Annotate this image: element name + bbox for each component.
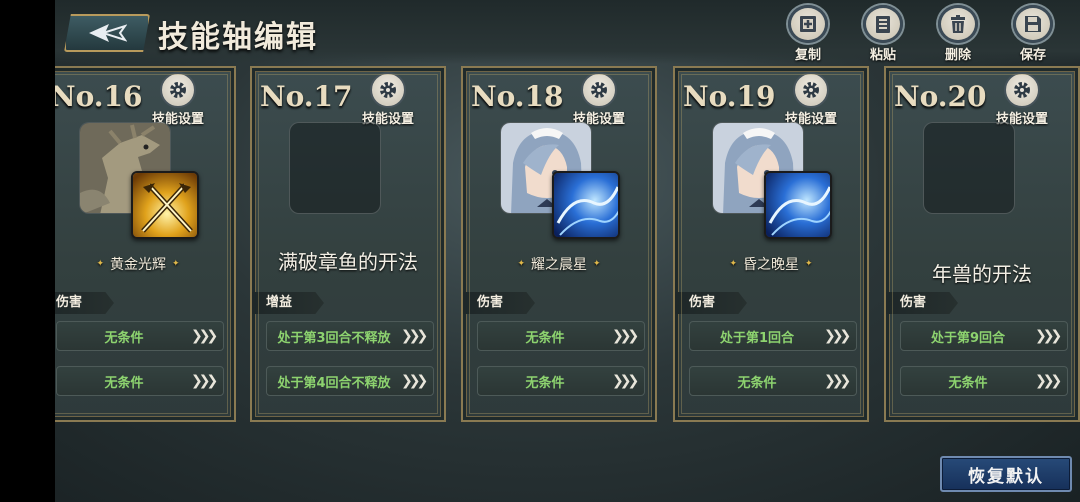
skill-type-tag: 伤害 <box>886 292 958 314</box>
page-title: 技能轴编辑 <box>158 20 318 55</box>
gear-icon <box>803 82 819 98</box>
spark-icon: ✦ <box>805 259 813 269</box>
skill-card-20[interactable]: No.20 技能设置 年兽的开法 伤害 处于第9回合 ❯❯❯ 无条件 ❯❯❯ <box>884 66 1080 422</box>
skill-card-list: No.16 技能设置 ✦ 黄金光辉 ✦ 伤害 无条件 ❯❯❯ 无条件 ❯❯❯ N… <box>0 66 1080 426</box>
skill-type-tag: 伤害 <box>675 292 747 314</box>
skill-type-tag: 增益 <box>252 292 324 314</box>
skill-icon[interactable] <box>764 171 832 239</box>
back-button[interactable] <box>64 14 150 52</box>
skill-name: ✦ 黄金光辉 ✦ <box>96 257 180 273</box>
empty-portrait-slot[interactable] <box>289 122 381 214</box>
gear-icon <box>591 82 607 98</box>
trash-icon <box>951 15 965 33</box>
delete-label: 删除 <box>944 48 971 63</box>
chevron-right-icon: ❯❯❯ <box>191 328 218 344</box>
save-label: 保存 <box>1019 48 1046 63</box>
condition-row[interactable]: 无条件 ❯❯❯ <box>477 321 645 351</box>
delete-button[interactable]: 删除 <box>933 5 983 63</box>
gear-icon <box>1014 82 1030 98</box>
empty-portrait-slot[interactable] <box>923 122 1015 214</box>
skill-card-19[interactable]: No.19 技能设置 ✦ 昏之晚星 ✦ 伤害 处于第1回合 ❯❯❯ 无条件 ❯❯… <box>673 66 869 422</box>
skill-icon[interactable] <box>552 171 620 239</box>
copy-label: 复制 <box>794 48 821 63</box>
note-text: 满破章鱼的开法 <box>278 250 418 274</box>
chevron-right-icon: ❯❯❯ <box>612 373 639 389</box>
gear-icon <box>380 82 396 98</box>
skill-name: ✦ 耀之晨星 ✦ <box>517 257 601 273</box>
skill-card-16[interactable]: No.16 技能设置 ✦ 黄金光辉 ✦ 伤害 无条件 ❯❯❯ 无条件 ❯❯❯ <box>40 66 236 422</box>
card-number: No.19 <box>683 80 776 113</box>
condition-row[interactable]: 无条件 ❯❯❯ <box>56 366 224 396</box>
skill-card-18[interactable]: No.18 技能设置 ✦ 耀之晨星 ✦ 伤害 无条件 ❯❯❯ 无条件 ❯❯❯ <box>461 66 657 422</box>
card-number: No.18 <box>471 80 564 113</box>
blue-wave-skill-icon <box>766 173 830 237</box>
skill-name: ✦ 昏之晚星 ✦ <box>729 257 813 273</box>
back-arrow-icon <box>89 24 127 42</box>
left-edge-mask <box>0 0 55 502</box>
spark-icon: ✦ <box>172 259 180 269</box>
card-number: No.17 <box>260 80 353 113</box>
skill-settings-button[interactable]: 技能设置 <box>773 72 849 127</box>
card-number: No.20 <box>894 80 987 113</box>
condition-row[interactable]: 处于第4回合不释放 ❯❯❯ <box>266 366 434 396</box>
chevron-right-icon: ❯❯❯ <box>401 328 428 344</box>
chevron-right-icon: ❯❯❯ <box>612 328 639 344</box>
condition-row[interactable]: 处于第1回合 ❯❯❯ <box>689 321 857 351</box>
paste-button[interactable]: 粘贴 <box>858 5 908 63</box>
skill-card-17[interactable]: No.17 技能设置 满破章鱼的开法 增益 处于第3回合不释放 ❯❯❯ 处于第4… <box>250 66 446 422</box>
restore-default-button[interactable]: 恢复默认 <box>940 456 1072 492</box>
save-icon <box>1025 16 1041 32</box>
skill-type-tag: 伤害 <box>463 292 535 314</box>
chevron-right-icon: ❯❯❯ <box>401 373 428 389</box>
skill-settings-button[interactable]: 技能设置 <box>350 72 426 127</box>
condition-row[interactable]: 无条件 ❯❯❯ <box>900 366 1068 396</box>
chevron-right-icon: ❯❯❯ <box>1035 373 1062 389</box>
spark-icon: ✦ <box>729 259 737 269</box>
condition-row[interactable]: 处于第9回合 ❯❯❯ <box>900 321 1068 351</box>
spark-icon: ✦ <box>593 259 601 269</box>
save-button[interactable]: 保存 <box>1008 5 1058 63</box>
chevron-right-icon: ❯❯❯ <box>1035 328 1062 344</box>
chevron-right-icon: ❯❯❯ <box>191 373 218 389</box>
condition-row[interactable]: 无条件 ❯❯❯ <box>477 366 645 396</box>
blue-wave-skill-icon <box>554 173 618 237</box>
spark-icon: ✦ <box>96 259 104 269</box>
copy-button[interactable]: 复制 <box>783 5 833 63</box>
condition-row[interactable]: 无条件 ❯❯❯ <box>56 321 224 351</box>
chevron-right-icon: ❯❯❯ <box>824 373 851 389</box>
note-text: 年兽的开法 <box>932 262 1032 286</box>
chevron-right-icon: ❯❯❯ <box>824 328 851 344</box>
copy-icon <box>800 16 816 32</box>
skill-settings-button[interactable]: 技能设置 <box>984 72 1060 127</box>
condition-row[interactable]: 处于第3回合不释放 ❯❯❯ <box>266 321 434 351</box>
skill-settings-button[interactable]: 技能设置 <box>140 72 216 127</box>
spark-icon: ✦ <box>517 259 525 269</box>
skill-icon[interactable] <box>131 171 199 239</box>
golden-swords-skill-icon <box>133 173 197 237</box>
card-number: No.16 <box>50 80 143 113</box>
condition-row[interactable]: 无条件 ❯❯❯ <box>689 366 857 396</box>
gear-icon <box>170 82 186 98</box>
paste-icon <box>876 16 890 33</box>
paste-label: 粘贴 <box>869 48 896 63</box>
skill-settings-button[interactable]: 技能设置 <box>561 72 637 127</box>
